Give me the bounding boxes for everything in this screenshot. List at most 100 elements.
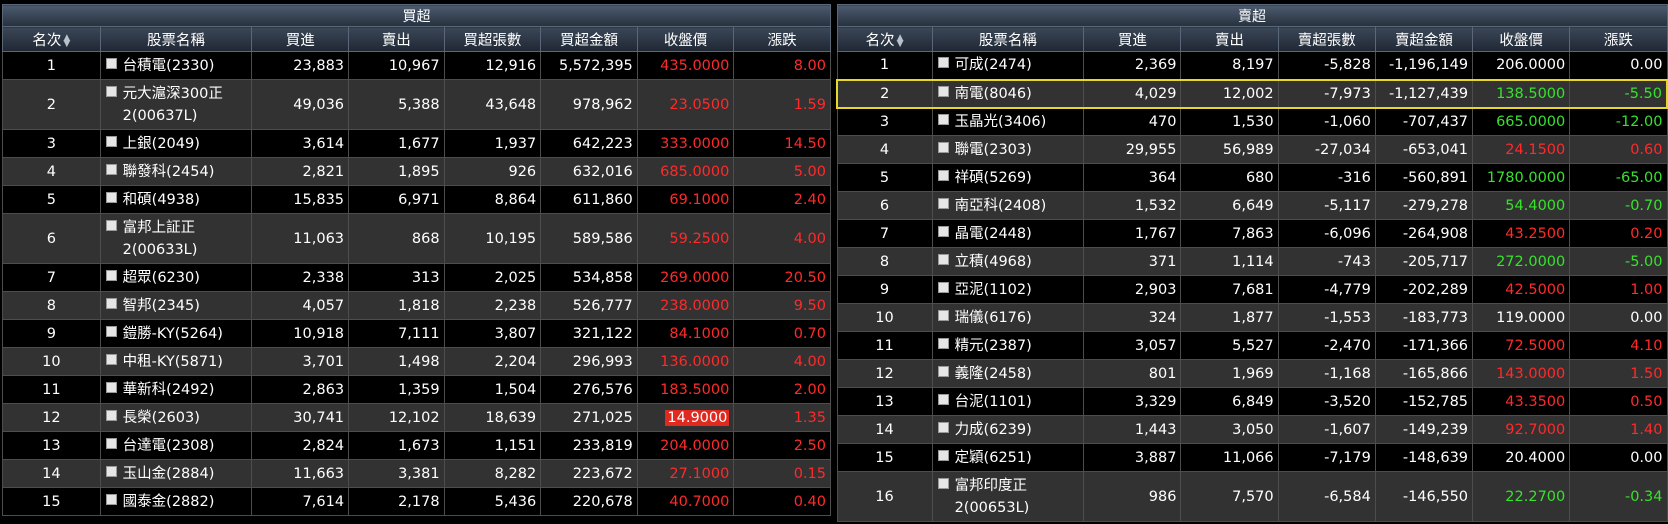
stock-name[interactable]: 聯發科(2454) <box>123 161 215 183</box>
checkbox-icon[interactable] <box>937 393 949 405</box>
stock-name-cell[interactable]: 華新科(2492) <box>99 375 253 404</box>
stock-name[interactable]: 國泰金(2882) <box>123 491 215 513</box>
stock-name-cell[interactable]: 晶電(2448) <box>931 219 1085 248</box>
stock-name[interactable]: 定穎(6251) <box>955 447 1032 469</box>
checkbox-icon[interactable] <box>937 141 949 153</box>
checkbox-icon[interactable] <box>105 85 117 97</box>
column-header[interactable]: 買進 <box>1083 26 1182 52</box>
stock-name-cell[interactable]: 和碩(4938) <box>99 185 253 214</box>
checkbox-icon[interactable] <box>105 381 117 393</box>
stock-name-cell[interactable]: 台積電(2330) <box>99 51 253 80</box>
column-header[interactable]: 漲跌 <box>1569 26 1668 52</box>
stock-name[interactable]: 智邦(2345) <box>123 295 200 317</box>
checkbox-icon[interactable] <box>105 409 117 421</box>
checkbox-icon[interactable] <box>937 477 949 489</box>
stock-name[interactable]: 祥碩(5269) <box>955 167 1032 189</box>
stock-name-cell[interactable]: 玉晶光(3406) <box>931 107 1085 136</box>
table-row[interactable]: 7 超眾(6230) 2,338 313 2,025 534,858 269.0000 20.… <box>2 263 831 292</box>
stock-name-cell[interactable]: 亞泥(1102) <box>931 275 1085 304</box>
table-row[interactable]: 10 瑞儀(6176) 324 1,877 -1,553 -183,773 119.0000… <box>836 303 1668 332</box>
table-row[interactable]: 8 智邦(2345) 4,057 1,818 2,238 526,777 238.0000 9… <box>2 291 831 320</box>
checkbox-icon[interactable] <box>937 281 949 293</box>
column-header[interactable]: 賣超金額 <box>1374 26 1474 52</box>
table-row[interactable]: 4 聯發科(2454) 2,821 1,895 926 632,016 685.0000 5.… <box>2 157 831 186</box>
checkbox-icon[interactable] <box>937 197 949 209</box>
checkbox-icon[interactable] <box>105 465 117 477</box>
table-row[interactable]: 2 元大滬深300正2(00637L) 49,036 5,388 43,648 978,9… <box>2 79 831 130</box>
stock-name[interactable]: 上銀(2049) <box>123 133 200 155</box>
table-row[interactable]: 12 義隆(2458) 801 1,969 -1,168 -165,866 143.0000… <box>836 359 1668 388</box>
stock-name-cell[interactable]: 南亞科(2408) <box>931 191 1085 220</box>
stock-name-cell[interactable]: 台泥(1101) <box>931 387 1085 416</box>
stock-name[interactable]: 玉晶光(3406) <box>955 111 1047 133</box>
table-row[interactable]: 6 富邦上証正2(00633L) 11,063 868 10,195 589,586 59.… <box>2 213 831 264</box>
table-row[interactable]: 10 中租-KY(5871) 3,701 1,498 2,204 296,993 136.0… <box>2 347 831 376</box>
stock-name-cell[interactable]: 立積(4968) <box>931 247 1085 276</box>
column-header[interactable]: 收盤價 <box>636 26 735 52</box>
stock-name-cell[interactable]: 精元(2387) <box>931 331 1085 360</box>
stock-name-cell[interactable]: 元大滬深300正2(00637L) <box>99 79 253 130</box>
table-row[interactable]: 11 精元(2387) 3,057 5,527 -2,470 -171,366 72.500… <box>836 331 1668 360</box>
column-header[interactable]: 股票名稱 <box>931 26 1085 52</box>
stock-name-cell[interactable]: 富邦上証正2(00633L) <box>99 213 253 264</box>
checkbox-icon[interactable] <box>937 85 949 97</box>
column-header[interactable]: 賣出 <box>1180 26 1279 52</box>
checkbox-icon[interactable] <box>937 421 949 433</box>
checkbox-icon[interactable] <box>937 449 949 461</box>
table-row[interactable]: 15 國泰金(2882) 7,614 2,178 5,436 220,678 40.7000… <box>2 487 831 516</box>
stock-name[interactable]: 瑞儀(6176) <box>955 307 1032 329</box>
checkbox-icon[interactable] <box>105 297 117 309</box>
stock-name-cell[interactable]: 上銀(2049) <box>99 129 253 158</box>
stock-name[interactable]: 中租-KY(5871) <box>123 351 223 373</box>
table-row[interactable]: 15 定穎(6251) 3,887 11,066 -7,179 -148,639 20.40… <box>836 443 1668 472</box>
checkbox-icon[interactable] <box>937 225 949 237</box>
stock-name-cell[interactable]: 智邦(2345) <box>99 291 253 320</box>
stock-name[interactable]: 華新科(2492) <box>123 379 215 401</box>
checkbox-icon[interactable] <box>105 353 117 365</box>
stock-name-cell[interactable]: 義隆(2458) <box>931 359 1085 388</box>
sort-updown-icon[interactable]: ▲ ▼ <box>897 33 904 48</box>
table-row[interactable]: 5 祥碩(5269) 364 680 -316 -560,891 1780.0000 -65.… <box>836 163 1668 192</box>
table-row[interactable]: 16 富邦印度正2(00653L) 986 7,570 -6,584 -146,550 22… <box>836 471 1668 522</box>
stock-name[interactable]: 亞泥(1102) <box>955 279 1032 301</box>
stock-name[interactable]: 富邦印度正2(00653L) <box>955 475 1080 519</box>
column-header[interactable]: 股票名稱 <box>99 26 253 52</box>
table-row[interactable]: 1 台積電(2330) 23,883 10,967 12,916 5,572,395 435… <box>2 51 831 80</box>
stock-name-cell[interactable]: 定穎(6251) <box>931 443 1085 472</box>
stock-name-cell[interactable]: 台達電(2308) <box>99 431 253 460</box>
stock-name-cell[interactable]: 聯電(2303) <box>931 135 1085 164</box>
stock-name[interactable]: 義隆(2458) <box>955 363 1032 385</box>
table-row[interactable]: 9 鎧勝-KY(5264) 10,918 7,111 3,807 321,122 84.10… <box>2 319 831 348</box>
checkbox-icon[interactable] <box>937 309 949 321</box>
table-row[interactable]: 13 台達電(2308) 2,824 1,673 1,151 233,819 204.000… <box>2 431 831 460</box>
table-row[interactable]: 3 玉晶光(3406) 470 1,530 -1,060 -707,437 665.0000… <box>836 107 1668 136</box>
table-row[interactable]: 6 南亞科(2408) 1,532 6,649 -5,117 -279,278 54.400… <box>836 191 1668 220</box>
checkbox-icon[interactable] <box>937 365 949 377</box>
stock-name[interactable]: 南亞科(2408) <box>955 195 1047 217</box>
stock-name[interactable]: 台積電(2330) <box>123 55 215 77</box>
stock-name-cell[interactable]: 祥碩(5269) <box>931 163 1085 192</box>
stock-name-cell[interactable]: 中租-KY(5871) <box>99 347 253 376</box>
column-header[interactable]: 買超張數 <box>443 26 542 52</box>
stock-name-cell[interactable]: 超眾(6230) <box>99 263 253 292</box>
sort-updown-icon[interactable]: ▲ ▼ <box>63 33 70 48</box>
checkbox-icon[interactable] <box>105 191 117 203</box>
table-row[interactable]: 12 長榮(2603) 30,741 12,102 18,639 271,025 14.90… <box>2 403 831 432</box>
stock-name[interactable]: 可成(2474) <box>955 54 1032 76</box>
table-row[interactable]: 7 晶電(2448) 1,767 7,863 -6,096 -264,908 43.2500… <box>836 219 1668 248</box>
checkbox-icon[interactable] <box>937 57 949 69</box>
stock-name[interactable]: 立積(4968) <box>955 251 1032 273</box>
checkbox-icon[interactable] <box>105 437 117 449</box>
stock-name[interactable]: 精元(2387) <box>955 335 1032 357</box>
stock-name[interactable]: 力成(6239) <box>955 419 1032 441</box>
checkbox-icon[interactable] <box>937 337 949 349</box>
column-header[interactable]: 名次 ▲ ▼ <box>2 26 101 52</box>
stock-name[interactable]: 鎧勝-KY(5264) <box>123 323 223 345</box>
table-row[interactable]: 11 華新科(2492) 2,863 1,359 1,504 276,576 183.500… <box>2 375 831 404</box>
stock-name-cell[interactable]: 力成(6239) <box>931 415 1085 444</box>
table-row[interactable]: 1 可成(2474) 2,369 8,197 -5,828 -1,196,149 206.0… <box>836 51 1668 80</box>
stock-name-cell[interactable]: 玉山金(2884) <box>99 459 253 488</box>
stock-name-cell[interactable]: 長榮(2603) <box>99 403 253 432</box>
stock-name-cell[interactable]: 國泰金(2882) <box>99 487 253 516</box>
checkbox-icon[interactable] <box>105 135 117 147</box>
